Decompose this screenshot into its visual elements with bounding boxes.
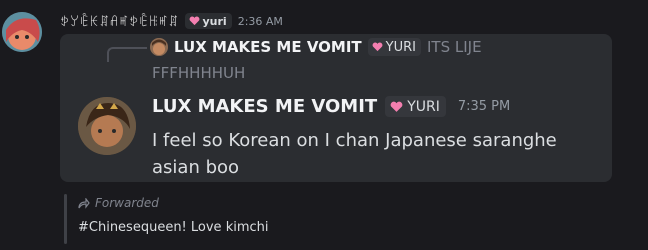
quoted-message-text: I feel so Korean on I chan Japanese sara…: [152, 130, 557, 178]
reply-preview[interactable]: LUX MAKES ME VOMIT YURI ITS LIJE: [150, 38, 482, 56]
forwarded-bar: [64, 194, 67, 244]
quoted-avatar-image: [78, 97, 136, 155]
message-header: ꉣꌦꍟꀘꁲꋬꎭꉣꍟꆿꎭꁲ yuri 2:36 AM: [60, 12, 283, 30]
author-avatar-image: [2, 12, 42, 52]
reply-avatar[interactable]: [150, 38, 168, 56]
author-avatar[interactable]: [2, 12, 42, 52]
quoted-timestamp: 7:35 PM: [457, 99, 511, 114]
quoted-author-tag[interactable]: YURI: [385, 96, 446, 117]
heart-icon: [390, 101, 403, 112]
reply-connector: [107, 47, 147, 62]
author-name[interactable]: ꉣꌦꍟꀘꁲꋬꎭꉣꍟꆿꎭꁲ: [60, 13, 179, 29]
message-timestamp: 2:36 AM: [237, 14, 283, 28]
quoted-message-header: LUX MAKES ME VOMIT YURI 7:35 PM: [152, 96, 510, 117]
heart-icon: [189, 16, 199, 26]
forward-arrow-icon: [78, 197, 90, 209]
reply-text-line1: ITS LIJE: [426, 38, 482, 56]
reply-author-name[interactable]: LUX MAKES ME VOMIT: [174, 38, 362, 56]
forwarded-label-text: Forwarded: [95, 196, 159, 210]
forwarded-label: Forwarded: [78, 196, 159, 210]
quoted-tag-label: YURI: [407, 98, 440, 115]
quoted-message-embed[interactable]: LUX MAKES ME VOMIT YURI ITS LIJE FFFHHHH…: [60, 34, 612, 182]
quoted-author-avatar[interactable]: [78, 97, 136, 155]
forwarded-message-text: #Chinesequeen! Love kimchi: [78, 220, 269, 235]
author-tag[interactable]: yuri: [184, 13, 232, 29]
reply-author-tag[interactable]: YURI: [367, 38, 421, 56]
reply-avatar-image: [150, 38, 168, 56]
reply-text-line2: FFFHHHHUH: [152, 64, 246, 82]
author-tag-label: yuri: [202, 14, 227, 28]
reply-tag-label: YURI: [385, 39, 416, 55]
quoted-author-name[interactable]: LUX MAKES ME VOMIT: [152, 96, 377, 117]
heart-icon: [372, 42, 383, 52]
